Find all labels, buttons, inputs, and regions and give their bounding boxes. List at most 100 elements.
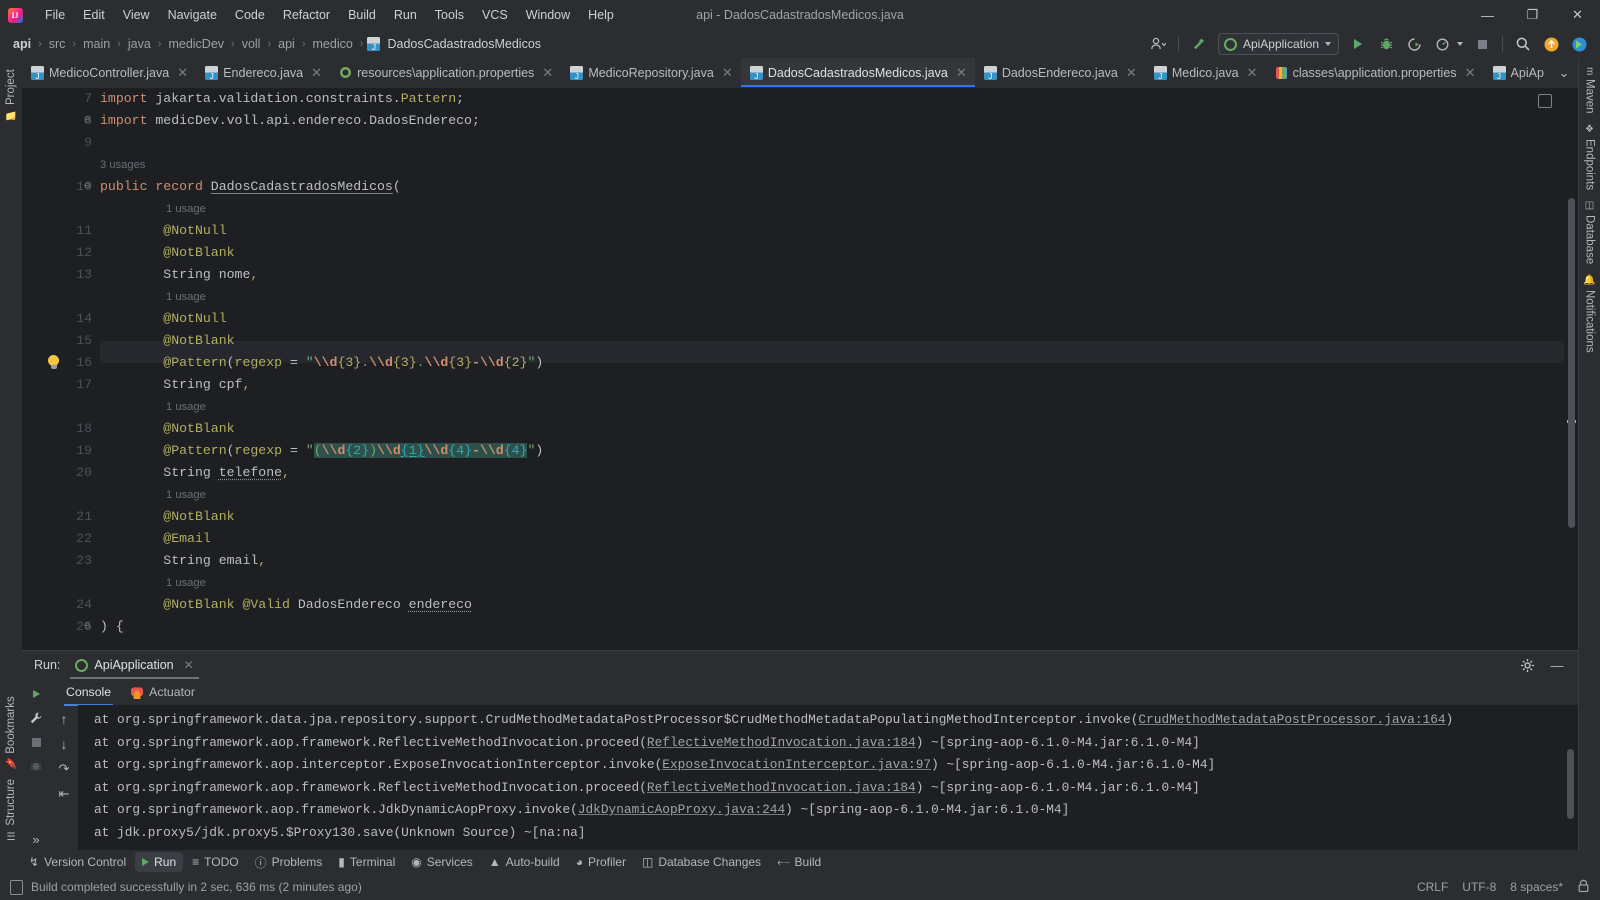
rerun-icon[interactable] <box>24 683 48 705</box>
profiler-button[interactable] <box>1429 32 1455 56</box>
memory-icon[interactable] <box>10 879 23 895</box>
code-editor[interactable]: 7 8 ⊖ 9 10 ⊖ 11 12 13 14 15 16 17 18 19 20 21 22 23 24 25 ⊖ i… <box>22 88 1578 650</box>
menu-refactor[interactable]: Refactor <box>274 4 339 26</box>
scroll-to-end-icon[interactable]: ⇤ <box>52 783 76 805</box>
close-tab-icon[interactable]: ✕ <box>1125 65 1138 81</box>
editor-scrollbar-thumb[interactable] <box>1568 198 1575 528</box>
stack-trace-link[interactable]: ExposeInvocationInterceptor.java:97 <box>662 757 931 772</box>
editor-tab-medicorepository[interactable]: MedicoRepository.java ✕ <box>561 58 741 87</box>
close-tab-icon[interactable]: ✕ <box>721 65 734 81</box>
editor-tab-apiapplication[interactable]: ApiAp <box>1484 58 1551 87</box>
hide-tool-window-button[interactable]: — <box>1544 653 1570 677</box>
profiler-chevron-down-icon[interactable] <box>1457 42 1463 46</box>
encoding-indicator[interactable]: UTF-8 <box>1462 880 1496 894</box>
sidebar-item-structure[interactable]: ☰ Structure <box>3 774 19 846</box>
stack-trace-link[interactable]: ReflectiveMethodInvocation.java:184 <box>647 780 916 795</box>
arrow-down-icon[interactable]: ↓ <box>52 733 76 755</box>
wrench-icon[interactable] <box>24 707 48 729</box>
menu-window[interactable]: Window <box>517 4 579 26</box>
indent-indicator[interactable]: 8 spaces* <box>1510 880 1563 894</box>
close-button[interactable]: ✕ <box>1555 0 1600 30</box>
stack-trace-link[interactable]: ReflectiveMethodInvocation.java:184 <box>647 735 916 750</box>
tool-window-todo[interactable]: ≡ TODO <box>185 852 245 872</box>
tool-window-terminal[interactable]: ▮ Terminal <box>331 852 402 872</box>
sidebar-item-project[interactable]: 📁 Project <box>3 64 19 126</box>
run-configuration-selector[interactable]: ApiApplication <box>1217 33 1339 55</box>
close-tab-icon[interactable]: ✕ <box>176 65 189 81</box>
stack-trace-link[interactable]: JdkDynamicAopProxy.java:244 <box>578 802 785 817</box>
menu-navigate[interactable]: Navigate <box>159 4 226 26</box>
editor-tab-dadoscadastradosmedicos[interactable]: DadosCadastradosMedicos.java ✕ <box>740 58 975 87</box>
reader-mode-icon[interactable] <box>1538 94 1552 108</box>
close-tab-icon[interactable]: ✕ <box>955 65 968 81</box>
stop-icon[interactable] <box>24 731 48 753</box>
updates-icon[interactable] <box>1538 32 1564 56</box>
code-fold-icon[interactable]: ⊖ <box>84 616 91 638</box>
soft-wrap-icon[interactable]: ↷ <box>52 758 76 780</box>
close-tab-icon[interactable]: ✕ <box>541 65 554 81</box>
editor-tab-endereco[interactable]: Endereco.java ✕ <box>196 58 330 87</box>
breadcrumb-src[interactable]: src <box>46 36 69 52</box>
console-scrollbar-thumb[interactable] <box>1567 749 1574 819</box>
tool-window-profiler[interactable]: ◕ Profiler <box>569 852 633 872</box>
editor-tab-medicocontroller[interactable]: MedicoController.java ✕ <box>22 58 196 87</box>
editor-tab-resources-application-properties[interactable]: resources\application.properties ✕ <box>330 58 561 87</box>
sidebar-item-bookmarks[interactable]: 🔖 Bookmarks <box>3 691 19 775</box>
line-separator-indicator[interactable]: CRLF <box>1417 880 1448 894</box>
editor-gutter[interactable]: 7 8 ⊖ 9 10 ⊖ 11 12 13 14 15 16 17 18 19 20 21 22 23 24 25 ⊖ <box>22 88 100 650</box>
close-icon[interactable]: ✕ <box>184 658 194 672</box>
stack-trace-link[interactable]: CrudMethodMetadataPostProcessor.java:164 <box>1138 712 1445 727</box>
usage-hint[interactable]: 3 usages <box>100 154 145 176</box>
editor-code-area[interactable]: import jakarta.validation.constraints.Pa… <box>100 88 1578 650</box>
menu-edit[interactable]: Edit <box>74 4 114 26</box>
close-tab-icon[interactable]: ✕ <box>310 65 323 81</box>
lock-icon[interactable] <box>1577 879 1590 896</box>
code-fold-icon[interactable]: ⊖ <box>84 110 91 132</box>
gear-icon[interactable] <box>1514 653 1540 677</box>
tool-window-problems[interactable]: ⓘ Problems <box>248 851 330 874</box>
hammer-icon[interactable] <box>1186 32 1212 56</box>
tool-window-services[interactable]: ◉ Services <box>404 852 480 872</box>
editor-tab-classes-application-properties[interactable]: classes\application.properties ✕ <box>1266 58 1484 87</box>
breadcrumb-java[interactable]: java <box>125 36 154 52</box>
arrow-up-icon[interactable]: ↑ <box>52 708 76 730</box>
breadcrumb-main[interactable]: main <box>80 36 113 52</box>
run-config-tab[interactable]: ApiApplication ✕ <box>70 655 199 679</box>
sidebar-item-database[interactable]: ◫ Database <box>1582 195 1598 269</box>
usage-hint[interactable]: 1 usage <box>100 286 206 308</box>
menu-help[interactable]: Help <box>579 4 623 26</box>
breadcrumb-api[interactable]: api <box>10 36 34 52</box>
account-icon[interactable] <box>1145 32 1171 56</box>
run-with-coverage-button[interactable] <box>1401 32 1427 56</box>
breadcrumb-medico[interactable]: medico <box>310 36 356 52</box>
tool-window-version-control[interactable]: ↯ Version Control <box>22 852 133 872</box>
tab-console[interactable]: Console <box>58 681 119 706</box>
menu-view[interactable]: View <box>114 4 159 26</box>
ide-features-icon[interactable] <box>1566 32 1592 56</box>
debug-icon[interactable] <box>24 755 48 777</box>
menu-tools[interactable]: Tools <box>426 4 473 26</box>
tool-window-database-changes[interactable]: ◫ Database Changes <box>635 852 768 872</box>
menu-code[interactable]: Code <box>226 4 274 26</box>
tool-window-build[interactable]: ⤌ Build <box>770 852 828 873</box>
close-tab-icon[interactable]: ✕ <box>1464 65 1477 81</box>
close-tab-icon[interactable]: ✕ <box>1246 65 1259 81</box>
menu-build[interactable]: Build <box>339 4 385 26</box>
tab-actuator[interactable]: Actuator <box>123 681 203 703</box>
editor-tab-dadosendereco[interactable]: DadosEndereco.java ✕ <box>975 58 1145 87</box>
editor-right-rail[interactable] <box>1564 88 1578 650</box>
breadcrumb-medicdev[interactable]: medicDev <box>165 36 227 52</box>
maximize-button[interactable]: ❐ <box>1510 0 1555 30</box>
tool-window-run[interactable]: Run <box>135 852 184 872</box>
menu-file[interactable]: File <box>36 4 74 26</box>
usage-hint[interactable]: 1 usage <box>100 198 206 220</box>
menu-run[interactable]: Run <box>385 4 426 26</box>
breadcrumb-api2[interactable]: api <box>275 36 298 52</box>
minimize-button[interactable]: — <box>1465 0 1510 30</box>
breadcrumb-voll[interactable]: voll <box>239 36 264 52</box>
usage-hint[interactable]: 1 usage <box>100 484 206 506</box>
usage-hint[interactable]: 1 usage <box>100 396 206 418</box>
debug-button[interactable] <box>1373 32 1399 56</box>
run-button[interactable] <box>1345 32 1371 56</box>
editor-tab-medico[interactable]: Medico.java ✕ <box>1145 58 1266 87</box>
